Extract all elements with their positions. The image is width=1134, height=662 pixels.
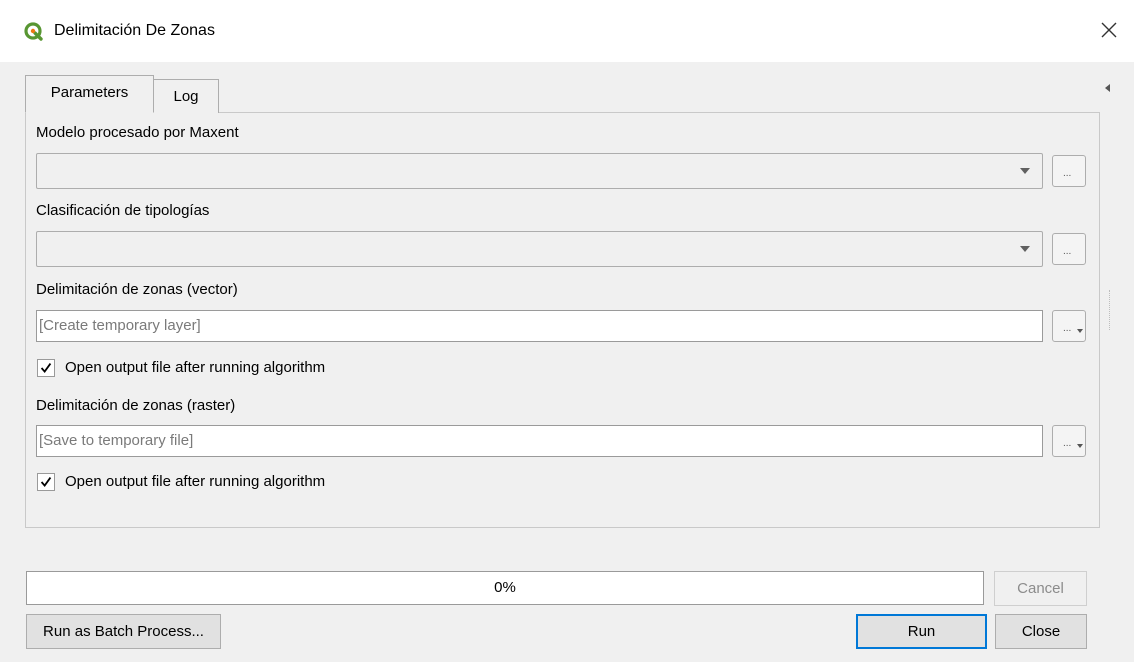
tab-parameters[interactable]: Parameters bbox=[25, 75, 154, 113]
progress-bar: 0% bbox=[26, 571, 984, 605]
ellipsis-icon: ... bbox=[1063, 168, 1072, 179]
raster-output-menu-button[interactable]: ... bbox=[1052, 425, 1086, 457]
vector-open-output-label: Open output file after running algorithm bbox=[65, 359, 326, 376]
dropdown-arrow-icon bbox=[1077, 329, 1083, 333]
close-icon[interactable] bbox=[1096, 17, 1122, 43]
dropdown-arrow-icon bbox=[1077, 444, 1083, 448]
chevron-down-icon bbox=[1020, 246, 1030, 252]
cancel-button[interactable]: Cancel bbox=[994, 571, 1087, 606]
raster-output-field[interactable]: [Save to temporary file] bbox=[36, 425, 1043, 457]
maxent-model-combo[interactable] bbox=[36, 153, 1043, 189]
vector-output-label: Delimitación de zonas (vector) bbox=[36, 281, 238, 298]
collapse-panel-icon[interactable] bbox=[1102, 82, 1114, 94]
qgis-logo-icon bbox=[24, 22, 43, 41]
tipologias-combo[interactable] bbox=[36, 231, 1043, 267]
run-as-batch-button[interactable]: Run as Batch Process... bbox=[26, 614, 221, 649]
chevron-down-icon bbox=[1020, 168, 1030, 174]
window-title: Delimitación De Zonas bbox=[54, 22, 215, 39]
tab-parameters-label: Parameters bbox=[50, 84, 129, 101]
vector-open-output-checkbox[interactable] bbox=[37, 359, 55, 377]
close-button[interactable]: Close bbox=[995, 614, 1087, 649]
tipologias-label: Clasificación de tipologías bbox=[36, 202, 210, 219]
tipologias-browse-button[interactable]: ... bbox=[1052, 233, 1086, 265]
title-bar: Delimitación De Zonas bbox=[0, 0, 1134, 62]
raster-output-label: Delimitación de zonas (raster) bbox=[36, 397, 236, 414]
run-button[interactable]: Run bbox=[856, 614, 987, 649]
splitter-handle[interactable] bbox=[1109, 290, 1114, 330]
vector-output-field[interactable]: [Create temporary layer] bbox=[36, 310, 1043, 342]
raster-open-output-label: Open output file after running algorithm bbox=[65, 473, 326, 490]
vector-output-menu-button[interactable]: ... bbox=[1052, 310, 1086, 342]
maxent-model-label: Modelo procesado por Maxent bbox=[36, 124, 239, 141]
ellipsis-icon: ... bbox=[1063, 323, 1072, 334]
ellipsis-icon: ... bbox=[1063, 246, 1072, 257]
progress-text: 0% bbox=[494, 579, 516, 596]
tab-log[interactable]: Log bbox=[153, 79, 219, 113]
maxent-browse-button[interactable]: ... bbox=[1052, 155, 1086, 187]
ellipsis-icon: ... bbox=[1063, 438, 1072, 449]
tab-log-label: Log bbox=[173, 88, 199, 105]
raster-open-output-checkbox[interactable] bbox=[37, 473, 55, 491]
